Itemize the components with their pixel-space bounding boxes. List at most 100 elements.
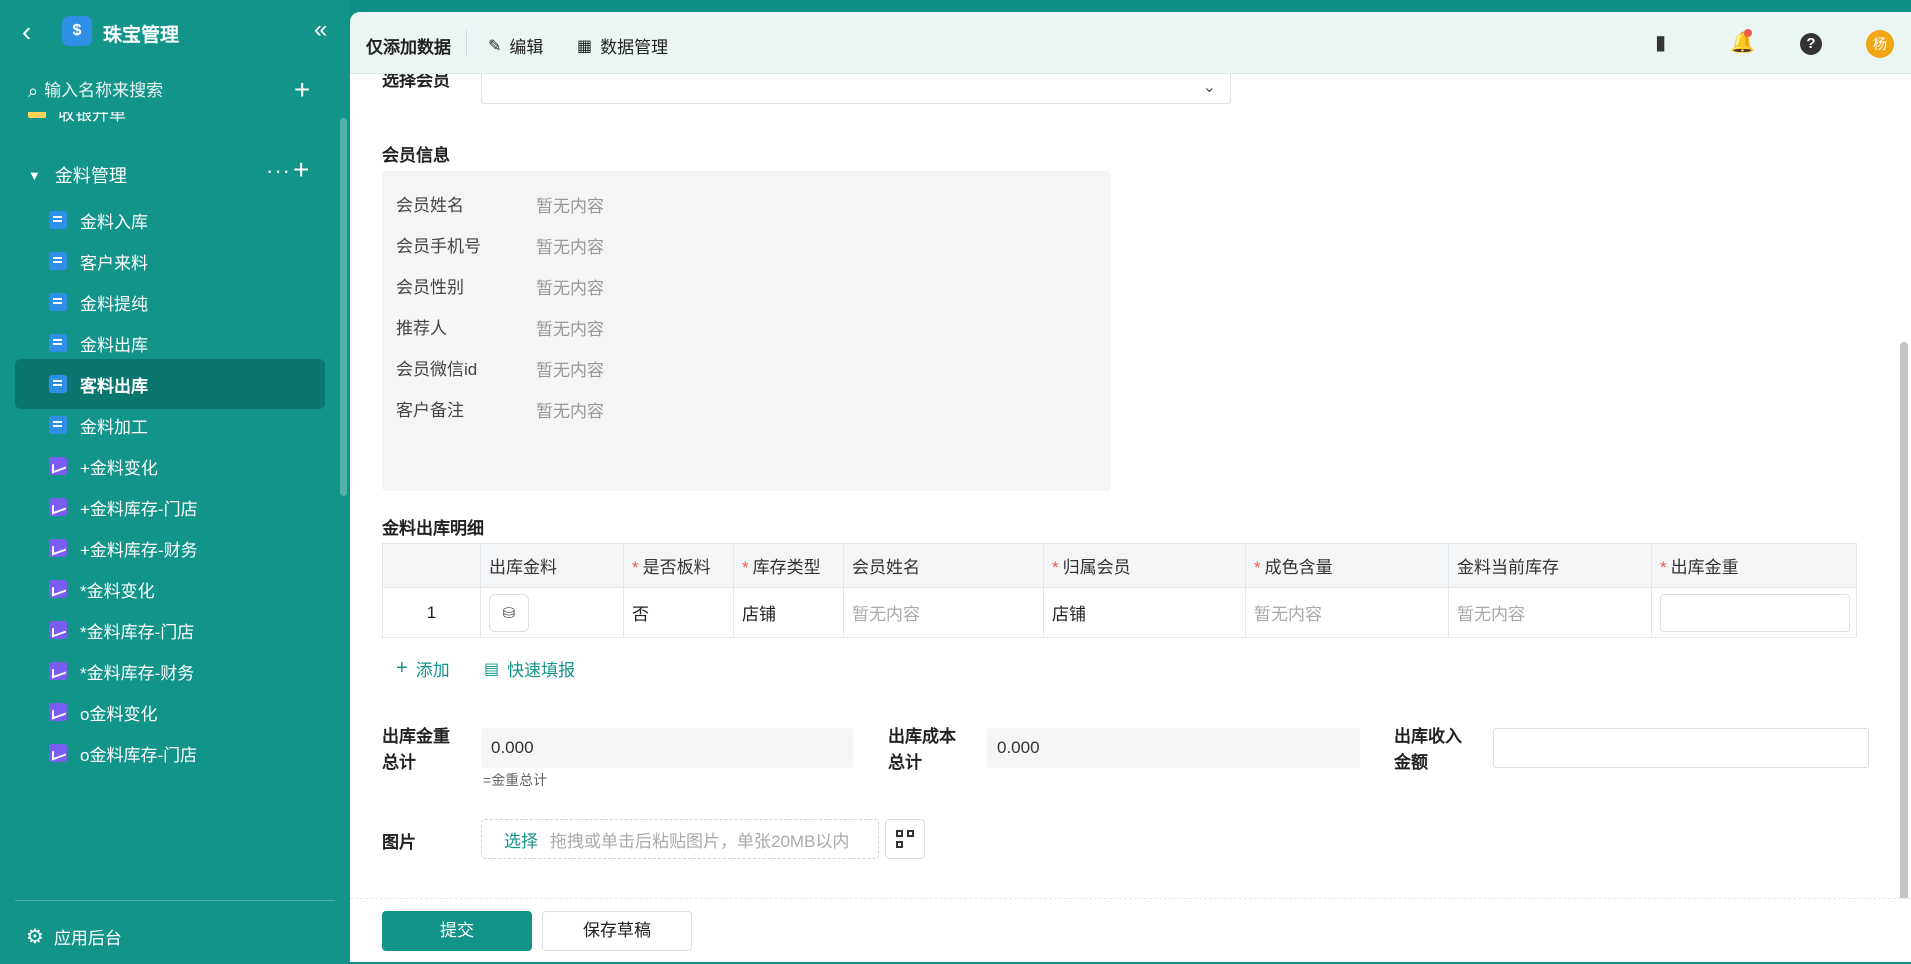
add-row-button[interactable]: + 添加 [396,656,450,681]
label-line: 出库金重 [382,727,450,746]
sidebar-item-label: 金料加工 [80,417,148,437]
sidebar-list: 收银开单 ▼ 金料管理 ··· + 金料入库 客户来料 金料提纯 金料出库 客料… [0,112,350,897]
column-header: * 出库金重 [1651,543,1857,588]
chevron-down-icon: ⌄ [1202,79,1216,96]
column-header: * 库存类型 [733,543,844,588]
sidebar-item-label: o金料变化 [80,704,158,724]
report-icon [49,662,67,680]
plus-icon: + [396,657,408,679]
page-title: 仅添加数据 [366,38,451,57]
quick-fill-button[interactable]: ▤ 快速填报 [484,656,575,681]
submit-button[interactable]: 提交 [382,911,532,951]
caret-down-icon: ▼ [28,167,41,183]
income-input[interactable] [1493,728,1869,768]
report-icon [49,580,67,598]
cell-member-name: 暂无内容 [843,587,1044,638]
report-icon [49,744,67,762]
required-mark: * [1254,558,1261,577]
row-index: 1 [382,587,481,638]
data-manage-button[interactable]: ▦ 数据管理 [577,33,668,58]
divider [15,900,335,901]
sidebar-item-label: 金料提纯 [80,294,148,314]
column-header: * 归属会员 [1043,543,1246,588]
column-header: 金料当前库存 [1448,543,1652,588]
report-icon [49,457,67,475]
sidebar: ‹ $ 珠宝管理 « ⌕ + 收银开单 ▼ 金料管理 ··· + 金料入库 客户… [0,0,350,964]
app-title: 珠宝管理 [103,25,180,46]
more-icon[interactable]: ··· [266,158,291,184]
sidebar-item-label: 客料出库 [80,376,148,396]
form-icon [49,252,67,270]
image-label: 图片 [382,833,416,852]
member-field-value: 暂无内容 [536,320,604,339]
column-header: * 是否板料 [623,543,734,588]
sidebar-scrollbar[interactable] [340,118,347,496]
save-draft-button[interactable]: 保存草稿 [542,911,692,951]
sidebar-search-input[interactable] [44,81,265,101]
folder-icon [28,112,46,118]
sidebar-item-partial[interactable]: 收银开单 [28,112,126,124]
quick-fill-label: 快速填报 [507,661,576,680]
upload-select-link[interactable]: 选择 [504,827,538,852]
sidebar-item-label: 收银开单 [58,112,126,124]
cell-owner-member[interactable]: 店铺 [1043,587,1246,638]
required-mark: * [1052,558,1059,577]
collapse-sidebar-icon[interactable]: « [314,18,327,42]
main-panel: 仅添加数据 ✎ 编辑 ▦ 数据管理 ▮ 🔔 ? 杨 选择会员 ⌄ 会员信息 会员… [350,12,1911,962]
report-icon [49,539,67,557]
member-field-value: 暂无内容 [536,361,604,380]
avatar[interactable]: 杨 [1866,30,1894,58]
sidebar-search[interactable]: ⌕ [28,78,265,104]
column-header: 出库金料 [480,543,624,588]
help-icon[interactable]: ? [1800,33,1822,55]
form-icon [49,334,67,352]
column-header-text: 库存类型 [752,558,821,577]
select-member-dropdown[interactable]: ⌄ [481,74,1231,104]
app-backend-link[interactable]: ⚙ 应用后台 [26,924,122,949]
image-upload-area[interactable]: 选择 拖拽或单击后粘贴图片，单张20MB以内 [481,819,879,859]
notebook-icon[interactable]: ▮ [1655,30,1666,55]
form-icon [49,293,67,311]
sidebar-group-gold[interactable]: ▼ 金料管理 [28,160,127,190]
material-picker-button[interactable]: ⛁ [489,593,529,632]
search-icon: ⌕ [28,80,39,101]
column-header-text: 归属会员 [1062,558,1131,577]
column-header-text: 是否板料 [642,558,711,577]
table-row: 1 ⛁ 否 店铺 暂无内容 店铺 暂无内容 暂无内容 [382,587,1857,638]
content-scrollbar[interactable] [1900,342,1908,902]
back-icon[interactable]: ‹ [22,18,31,46]
coins-icon: ⛁ [502,604,516,622]
topbar: 仅添加数据 ✎ 编辑 ▦ 数据管理 ▮ 🔔 ? 杨 [350,12,1911,74]
upload-hint: 拖拽或单击后粘贴图片，单张20MB以内 [550,831,850,851]
column-header-text: 出库金料 [489,558,557,577]
column-header-text: 出库金重 [1670,558,1739,577]
sidebar-item-label: 金料入库 [80,212,148,232]
detail-section-label: 金料出库明细 [382,519,484,538]
cell-stock-type[interactable]: 店铺 [733,587,844,638]
out-weight-input[interactable] [1660,593,1850,632]
qr-upload-button[interactable] [885,819,925,859]
quick-fill-icon: ▤ [484,660,500,678]
cell-is-board[interactable]: 否 [623,587,734,638]
sidebar-item-label: +金料库存-财务 [80,540,198,560]
column-header: * 成色含量 [1245,543,1449,588]
label-line: 出库成本 [888,727,956,746]
gear-icon: ⚙ [26,926,44,948]
total-cost-label: 出库成本 总计 [888,724,956,776]
sidebar-item-report[interactable]: o金料库存-门店 [15,728,325,778]
add-item-button[interactable]: + [294,76,310,104]
member-field-label: 会员性别 [396,278,464,297]
sidebar-item-label: *金料变化 [80,581,155,601]
member-info-label: 会员信息 [382,146,450,165]
notification-dot [1744,29,1752,37]
group-add-icon[interactable]: + [293,156,309,184]
column-header [382,543,481,588]
divider [466,30,467,56]
sidebar-item-label: +金料变化 [80,458,158,478]
member-field-label: 会员手机号 [396,237,481,256]
app-logo-icon: $ [62,16,92,46]
sidebar-item-label: o金料库存-门店 [80,745,198,765]
label-line: 总计 [888,753,922,772]
edit-button[interactable]: ✎ 编辑 [488,33,543,58]
edit-label: 编辑 [509,38,544,57]
